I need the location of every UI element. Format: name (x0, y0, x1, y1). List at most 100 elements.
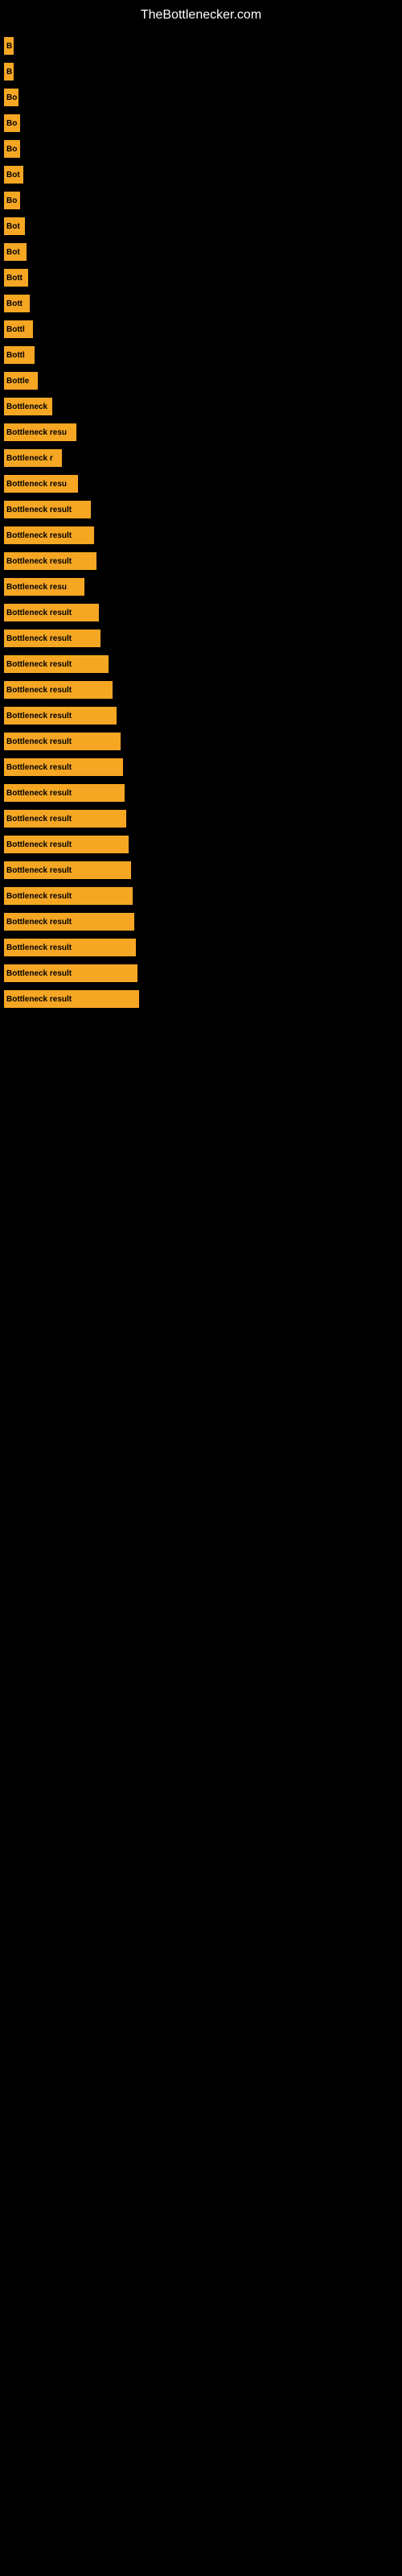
site-title: TheBottlenecker.com (0, 0, 402, 27)
bar-item: Bottleneck result (4, 810, 126, 828)
bar-label: Bottleneck result (6, 506, 72, 514)
bar-row: Bottleneck resu (4, 421, 394, 444)
bar-item: Bottleneck resu (4, 475, 78, 493)
bar-item: Bottleneck result (4, 990, 139, 1008)
bar-label: Bottleneck result (6, 660, 72, 669)
bar-row: Bottleneck (4, 395, 394, 418)
bar-row: Bot (4, 241, 394, 263)
bar-row: Bottl (4, 318, 394, 341)
bar-row: Bottleneck result (4, 601, 394, 624)
bar-item: Bottleneck result (4, 913, 134, 931)
bar-item: Bo (4, 140, 20, 158)
bar-item: B (4, 63, 14, 80)
bar-item: Bottl (4, 346, 35, 364)
bar-row: Bo (4, 138, 394, 160)
bar-item: Bo (4, 89, 18, 106)
bar-row: Bottleneck result (4, 653, 394, 675)
bar-item: Bottleneck result (4, 861, 131, 879)
bar-row: Bottleneck result (4, 859, 394, 881)
bar-row: Bo (4, 86, 394, 109)
bar-item: Bottleneck result (4, 836, 129, 853)
bar-item: Bottleneck result (4, 733, 121, 750)
bar-row: Bottleneck result (4, 627, 394, 650)
bar-label: B (6, 68, 12, 76)
bar-label: Bot (6, 248, 20, 257)
bar-label: Bo (6, 93, 17, 102)
bar-item: Bottleneck result (4, 552, 96, 570)
bar-label: Bottleneck (6, 402, 47, 411)
bar-label: Bottleneck result (6, 789, 72, 798)
bar-row: Bottleneck result (4, 756, 394, 778)
bar-row: B (4, 35, 394, 57)
bar-item: Bott (4, 295, 30, 312)
bar-label: Bottleneck result (6, 634, 72, 643)
bar-row: Bottleneck result (4, 885, 394, 907)
bar-row: Bottleneck result (4, 498, 394, 521)
bar-label: Bottleneck result (6, 943, 72, 952)
bar-label: Bottleneck result (6, 995, 72, 1004)
bar-row: Bottleneck result (4, 782, 394, 804)
bar-label: Bottleneck result (6, 737, 72, 746)
bar-row: B (4, 60, 394, 83)
bar-label: Bottleneck result (6, 686, 72, 695)
bar-label: Bottleneck result (6, 531, 72, 540)
bar-item: Bott (4, 269, 28, 287)
bar-label: Bottleneck result (6, 969, 72, 978)
bar-label: Bo (6, 145, 17, 154)
bar-label: Bottl (6, 351, 25, 360)
bar-item: Bottleneck result (4, 707, 117, 724)
bar-row: Bottl (4, 344, 394, 366)
bar-item: Bottle (4, 372, 38, 390)
bar-row: Bottleneck r (4, 447, 394, 469)
bar-item: Bottleneck result (4, 655, 109, 673)
bar-label: Bot (6, 222, 20, 231)
bar-row: Bottleneck result (4, 910, 394, 933)
bar-label: Bottleneck result (6, 866, 72, 875)
bar-label: Bottleneck resu (6, 480, 67, 489)
bar-row: Bottleneck result (4, 988, 394, 1010)
bar-item: Bottleneck result (4, 526, 94, 544)
bar-label: Bo (6, 119, 17, 128)
bar-item: Bottleneck result (4, 681, 113, 699)
bar-label: Bottleneck result (6, 712, 72, 720)
bar-item: Bottleneck result (4, 784, 125, 802)
bar-label: B (6, 42, 12, 51)
bar-item: B (4, 37, 14, 55)
bar-label: Bottleneck result (6, 557, 72, 566)
bar-row: Bott (4, 292, 394, 315)
bar-row: Bottleneck result (4, 524, 394, 547)
bar-label: Bottleneck result (6, 815, 72, 824)
bar-label: Bottleneck resu (6, 428, 67, 437)
bar-item: Bottleneck result (4, 964, 137, 982)
bar-label: Bottle (6, 377, 29, 386)
bar-label: Bottleneck result (6, 918, 72, 927)
bar-item: Bottleneck result (4, 630, 100, 647)
bar-label: Bot (6, 171, 20, 180)
title-text: TheBottlenecker.com (141, 8, 261, 22)
bar-item: Bottleneck result (4, 758, 123, 776)
bar-label: Bottleneck result (6, 840, 72, 849)
bar-row: Bott (4, 266, 394, 289)
bar-row: Bot (4, 163, 394, 186)
bar-row: Bottleneck result (4, 807, 394, 830)
bars-container: B B Bo Bo Bo Bot Bo Bot Bot Bott Bott Bottl Bottl Bot… (0, 27, 402, 1022)
bar-row: Bo (4, 112, 394, 134)
bar-label: Bottl (6, 325, 25, 334)
bar-item: Bo (4, 192, 20, 209)
bar-row: Bottleneck resu (4, 576, 394, 598)
bar-row: Bottleneck result (4, 962, 394, 985)
bar-item: Bottleneck (4, 398, 52, 415)
bar-row: Bottle (4, 369, 394, 392)
bar-item: Bot (4, 166, 23, 184)
bar-item: Bottleneck resu (4, 423, 76, 441)
bar-label: Bott (6, 299, 23, 308)
bar-item: Bottleneck r (4, 449, 62, 467)
bar-item: Bottleneck result (4, 604, 99, 621)
bar-row: Bottleneck resu (4, 473, 394, 495)
bar-label: Bott (6, 274, 23, 283)
bar-row: Bottleneck result (4, 936, 394, 959)
bar-row: Bottleneck result (4, 833, 394, 856)
bar-label: Bottleneck resu (6, 583, 67, 592)
bar-row: Bo (4, 189, 394, 212)
bar-row: Bot (4, 215, 394, 237)
